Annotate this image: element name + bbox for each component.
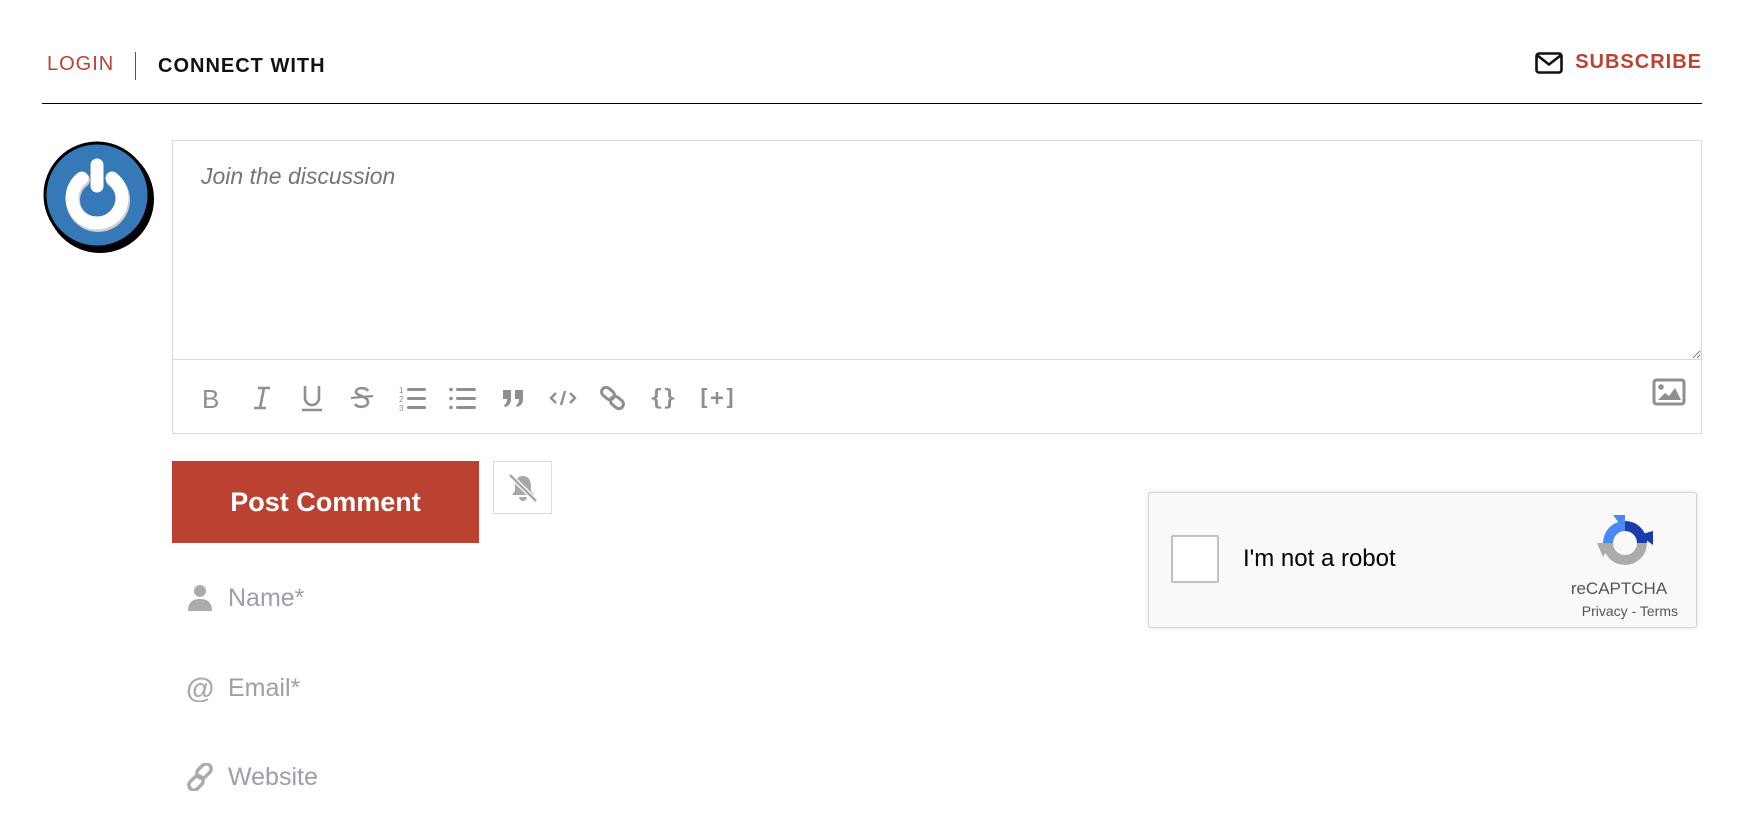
terms-link[interactable]: Terms [1640,603,1678,619]
unordered-list-icon [449,387,476,410]
svg-text:2: 2 [399,395,404,404]
quote-icon [503,390,523,407]
strikethrough-icon [350,386,374,409]
name-input[interactable] [228,583,828,613]
envelope-icon [1535,51,1564,74]
svg-text:3: 3 [399,404,404,411]
bold-button[interactable]: B [195,382,227,414]
blockquote-button[interactable] [497,382,529,414]
user-icon [186,583,214,613]
italic-icon [254,386,270,410]
notification-toggle-button[interactable] [493,461,552,514]
italic-button[interactable] [246,382,278,414]
svg-text:1: 1 [399,386,404,395]
unordered-list-button[interactable] [447,382,479,414]
recaptcha-links: Privacy - Terms [1582,603,1678,619]
comment-editor: B 123 {} [+] [172,140,1702,434]
underline-button[interactable] [296,382,328,414]
editor-toolbar: B 123 {} [+] [173,360,1701,433]
website-field-row [186,762,828,792]
privacy-link[interactable]: Privacy [1582,603,1628,619]
curly-braces-icon: {} [649,385,677,411]
connect-with-label: CONNECT WITH [158,55,326,77]
source-code-button[interactable]: {} [647,382,679,414]
header-divider [135,52,136,80]
svg-text:@: @ [186,674,214,702]
subscribe-button[interactable]: SUBSCRIBE [1535,51,1702,74]
subscribe-label: SUBSCRIBE [1575,51,1702,73]
ordered-list-icon: 123 [399,386,426,411]
links-separator: - [1631,603,1637,619]
comment-textarea[interactable] [173,141,1701,360]
underline-icon [302,386,322,412]
ordered-list-button[interactable]: 123 [397,382,429,414]
code-button[interactable] [547,382,579,414]
link-button[interactable] [597,382,629,414]
link-icon [186,762,214,792]
avatar [43,141,154,253]
link-icon [600,385,625,411]
spoiler-button[interactable]: [+] [695,382,739,414]
email-input[interactable] [228,673,828,703]
recaptcha-logo-icon [1597,515,1653,565]
code-icon [549,390,577,406]
recaptcha-checkbox[interactable] [1171,535,1219,583]
bold-icon: B [202,385,219,411]
svg-text:B: B [202,385,219,411]
upload-image-button[interactable] [1652,378,1686,408]
name-field-row [186,583,828,613]
strikethrough-button[interactable] [346,382,378,414]
recaptcha-widget: I'm not a robot reCAPTCHA Privacy - Term… [1148,492,1697,628]
at-sign-icon: @ [186,673,214,703]
bell-slash-icon [507,472,538,503]
recaptcha-label: I'm not a robot [1243,545,1396,572]
website-input[interactable] [228,762,828,792]
image-icon [1652,378,1686,406]
email-field-row: @ [186,673,828,703]
comment-header-bar: LOGIN CONNECT WITH SUBSCRIBE [42,0,1702,104]
login-link[interactable]: LOGIN [47,53,114,76]
recaptcha-brand: reCAPTCHA [1570,579,1668,598]
spoiler-icon: [+] [697,385,737,411]
post-comment-button[interactable]: Post Comment [172,461,479,543]
